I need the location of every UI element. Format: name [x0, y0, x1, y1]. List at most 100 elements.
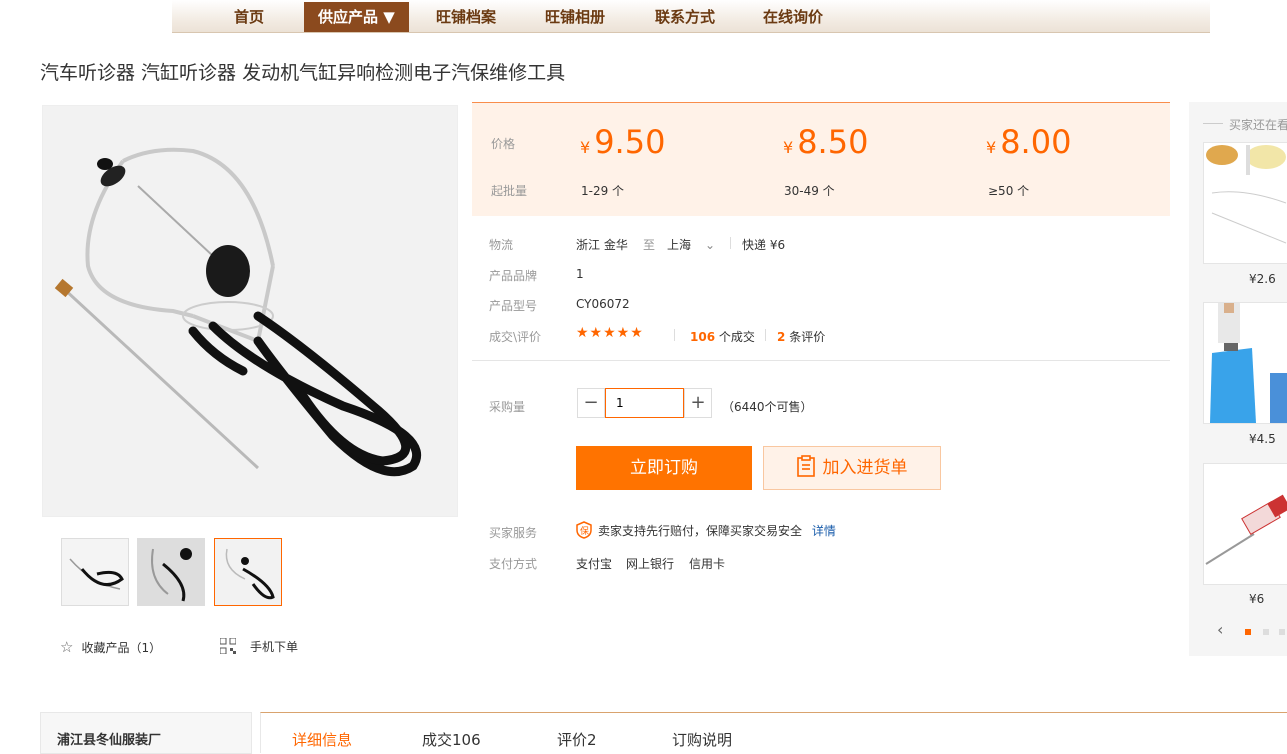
sidebar-price-3: ¥6 — [1249, 592, 1265, 606]
add-to-cart-button[interactable]: 加入进货单 — [763, 446, 941, 490]
product-thumbnail — [1204, 303, 1287, 423]
price-label: 价格 — [491, 137, 516, 151]
buyer-service-label: 买家服务 — [489, 526, 538, 540]
guarantee-detail-link[interactable]: 详情 — [812, 524, 836, 538]
thumbnail-3[interactable] — [214, 538, 282, 606]
brand-value: 1 — [576, 267, 584, 281]
carousel-prev-icon[interactable]: ‹ — [1217, 620, 1223, 639]
reviews-unit: 条评价 — [789, 330, 826, 344]
sidebar-price-1: ¥2.6 — [1249, 272, 1276, 286]
qty-increase-button[interactable]: + — [684, 388, 712, 418]
price-value: 8.50 — [797, 123, 869, 161]
logistics-label: 物流 — [489, 238, 514, 252]
rating-stars: ★★★★★ — [576, 325, 644, 341]
clipboard-icon — [796, 451, 815, 477]
tab-reviews[interactable]: 评价2 — [557, 729, 597, 750]
range-tier-2: 30-49 个 — [784, 184, 835, 198]
qty-decrease-button[interactable]: − — [577, 388, 605, 418]
plus-icon: + — [690, 392, 706, 413]
product-thumbnail — [1204, 464, 1287, 584]
buy-now-button[interactable]: 立即订购 — [576, 446, 752, 490]
thumbnail-image — [62, 539, 128, 605]
qty-label: 采购量 — [489, 400, 526, 414]
currency-symbol: ¥ — [783, 138, 794, 157]
svg-text:保: 保 — [580, 525, 589, 537]
payment-netbank: 网上银行 — [626, 557, 675, 571]
sidebar-price-2: ¥4.5 — [1249, 432, 1276, 446]
model-label: 产品型号 — [489, 299, 538, 313]
guarantee-text: 卖家支持先行赔付，保障买家交易安全 — [598, 524, 803, 538]
top-nav: 首页 供应产品 ▼ 旺铺档案 旺铺相册 联系方式 在线询价 — [172, 0, 1210, 33]
range-tier-1: 1-29 个 — [581, 184, 625, 198]
payment-alipay: 支付宝 — [576, 557, 613, 571]
sidebar-item-2[interactable] — [1203, 302, 1287, 424]
nav-item-home[interactable]: 首页 — [234, 0, 264, 32]
separator — [674, 329, 675, 341]
nav-item-contact[interactable]: 联系方式 — [655, 0, 715, 32]
tab-order-notes[interactable]: 订购说明 — [672, 729, 732, 750]
sidebar-item-3[interactable] — [1203, 463, 1287, 585]
sidebar-title: 买家还在看 — [1229, 118, 1287, 132]
stock-available: （6440个可售） — [722, 400, 813, 414]
price-value: 8.00 — [1000, 123, 1072, 161]
add-to-cart-label: 加入进货单 — [822, 458, 908, 478]
favorite-product[interactable]: ☆ 收藏产品（1） — [60, 638, 161, 656]
thumbnail-image — [215, 539, 281, 605]
moq-label: 起批量 — [491, 184, 528, 198]
brand-label: 产品品牌 — [489, 269, 538, 283]
thumbnail-image — [138, 539, 204, 605]
range-tier-3: ≥50 个 — [988, 184, 1030, 198]
destination-value: 上海 — [667, 238, 692, 252]
tab-details[interactable]: 详细信息 — [292, 729, 352, 750]
stethoscope-image — [43, 106, 457, 516]
sidebar-title-line — [1203, 123, 1223, 124]
payment-label: 支付方式 — [489, 557, 538, 571]
sidebar-item-1[interactable] — [1203, 142, 1287, 264]
detail-tabs: 详细信息 成交106 评价2 订购说明 — [260, 712, 1287, 753]
separator — [730, 237, 731, 249]
shop-name[interactable]: 浦江县冬仙服装厂 — [57, 729, 161, 748]
price-panel: 价格 起批量 ¥9.50 1-29 个 ¥8.50 30-49 个 ¥8.00 … — [472, 102, 1170, 216]
thumbnail-1[interactable] — [61, 538, 129, 606]
nav-item-album[interactable]: 旺铺相册 — [545, 0, 605, 32]
favorite-label: 收藏产品（1） — [81, 641, 162, 655]
carousel-dot[interactable] — [1263, 629, 1269, 635]
carousel-dot[interactable] — [1279, 629, 1285, 635]
separator — [765, 329, 766, 341]
shipping-fee: 快递 ¥6 — [742, 238, 786, 252]
shop-name-box: 浦江县冬仙服装厂 — [40, 712, 252, 754]
also-viewed-sidebar: 买家还在看 ¥2.6 ¥4.5 ¥6 ‹ — [1189, 102, 1287, 656]
model-value: CY06072 — [576, 297, 630, 311]
origin: 浙江 金华 — [576, 238, 628, 252]
deals-count: 106 — [690, 330, 716, 344]
divider — [472, 360, 1170, 361]
currency-symbol: ¥ — [580, 138, 591, 157]
deals-unit: 个成交 — [718, 330, 755, 344]
mobile-order-label: 手机下单 — [250, 640, 299, 654]
nav-item-archive[interactable]: 旺铺档案 — [436, 0, 496, 32]
to-word: 至 — [643, 238, 656, 252]
price-tier-3: ¥8.00 — [986, 123, 1071, 161]
nav-item-products[interactable]: 供应产品 ▼ — [304, 2, 409, 32]
product-thumbnail — [1204, 143, 1287, 263]
thumbnail-2[interactable] — [137, 538, 205, 606]
mobile-order[interactable]: 手机下单 — [219, 637, 299, 655]
qty-input[interactable] — [605, 388, 684, 418]
rating-label: 成交\评价 — [489, 330, 542, 344]
price-value: 9.50 — [594, 123, 666, 161]
price-tier-1: ¥9.50 — [580, 123, 665, 161]
nav-item-inquiry[interactable]: 在线询价 — [763, 0, 823, 32]
deals-link[interactable]: 106 个成交 — [690, 328, 755, 345]
reviews-count: 2 — [777, 330, 786, 344]
destination-select[interactable]: 上海 ⌄ — [667, 236, 715, 253]
product-title: 汽车听诊器 汽缸听诊器 发动机气缸异响检测电子汽保维修工具 — [40, 62, 566, 84]
price-tier-2: ¥8.50 — [783, 123, 868, 161]
guarantee-badge: 保 卖家支持先行赔付，保障买家交易安全 详情 — [576, 521, 836, 539]
main-product-image[interactable] — [42, 105, 458, 517]
tab-deals[interactable]: 成交106 — [422, 729, 481, 750]
currency-symbol: ¥ — [986, 138, 997, 157]
reviews-link[interactable]: 2 条评价 — [777, 328, 825, 345]
carousel-dot-active[interactable] — [1245, 629, 1251, 635]
shield-icon: 保 — [576, 521, 592, 539]
payment-creditcard: 信用卡 — [689, 557, 726, 571]
